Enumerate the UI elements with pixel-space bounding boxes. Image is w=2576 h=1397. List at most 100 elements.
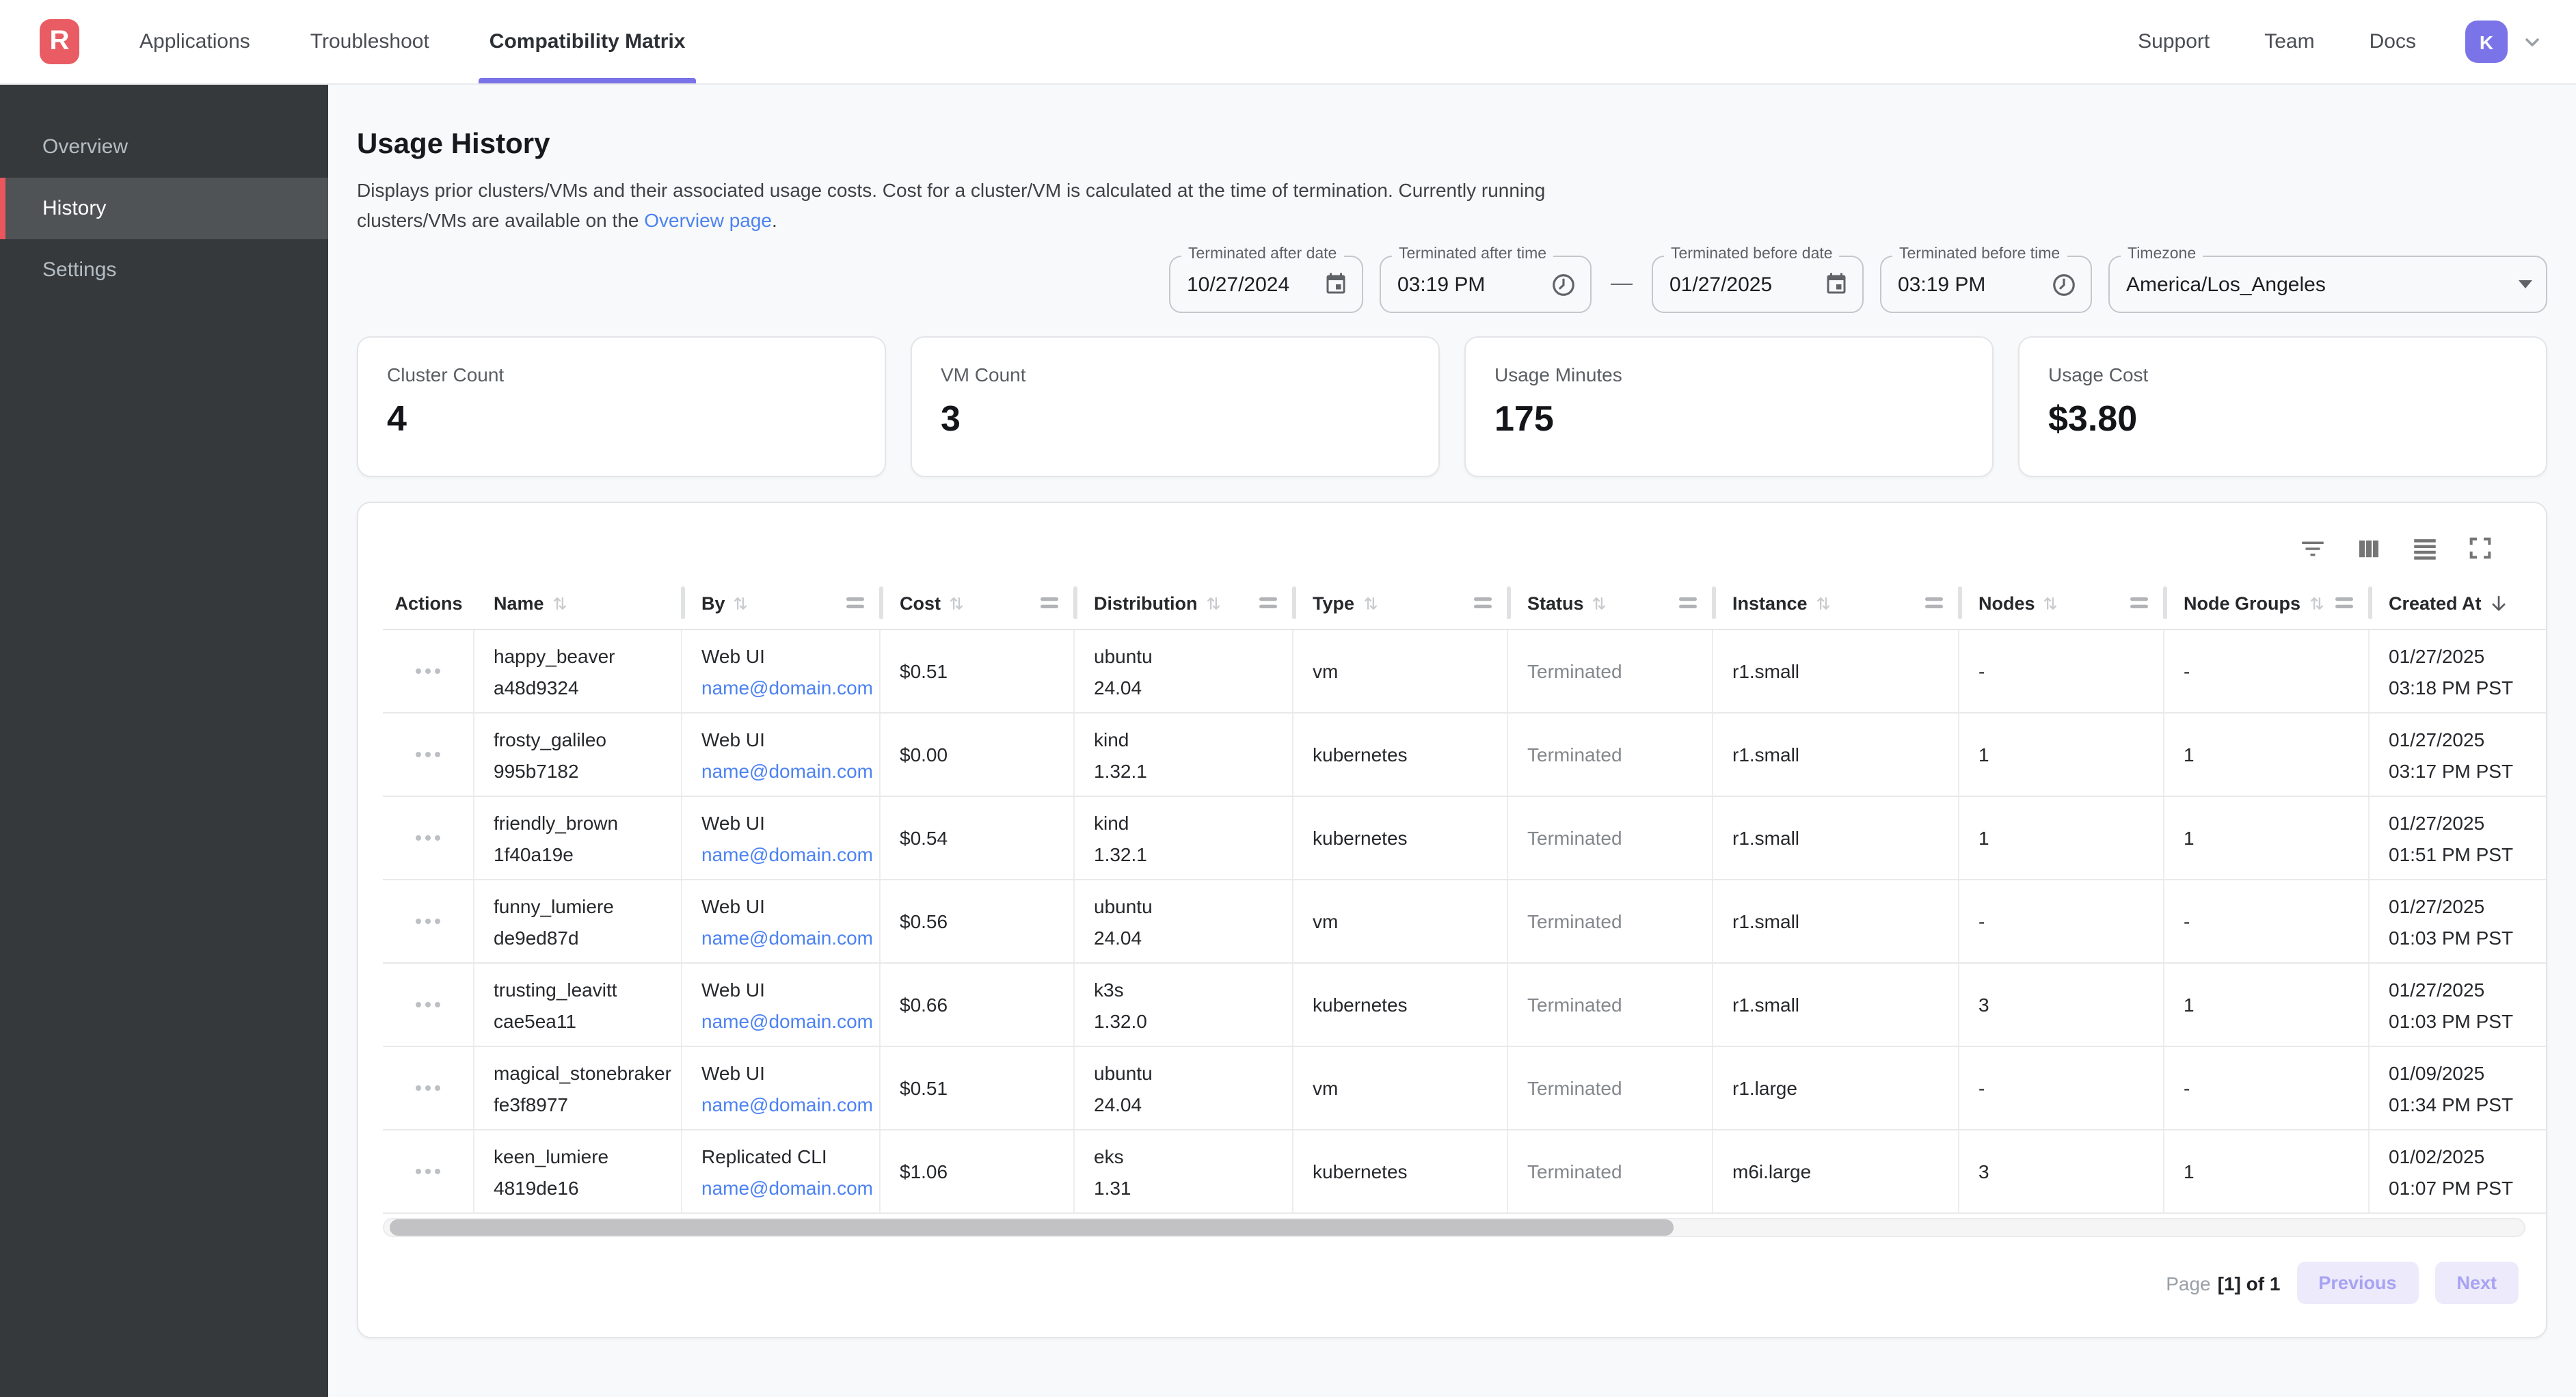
cell-type: kubernetes xyxy=(1293,798,1508,880)
cell-by: Web UIname@domain.com xyxy=(682,631,881,713)
column-menu-icon[interactable] xyxy=(846,597,864,610)
column-header-distribution[interactable]: Distribution xyxy=(1075,578,1293,629)
type-value: kubernetes xyxy=(1313,744,1507,766)
sort-icon xyxy=(1361,595,1379,612)
row-id: 1f40a19e xyxy=(494,843,681,865)
sidebar-item-history[interactable]: History xyxy=(0,178,328,239)
by-email-link[interactable]: name@domain.com xyxy=(701,927,879,949)
row-actions-button[interactable] xyxy=(410,830,446,847)
column-label: Distribution xyxy=(1094,593,1198,614)
cell-cost: $0.00 xyxy=(881,714,1075,796)
column-header-instance[interactable]: Instance xyxy=(1713,578,1959,629)
table-toolbar xyxy=(383,504,2546,578)
dot-icon xyxy=(435,836,440,841)
by-email-link[interactable]: name@domain.com xyxy=(701,760,879,782)
nav-link-support[interactable]: Support xyxy=(2138,30,2210,53)
clock-icon[interactable] xyxy=(1551,272,1577,298)
table-row: friendly_brown1f40a19eWeb UIname@domain.… xyxy=(383,798,2546,881)
previous-page-button[interactable]: Previous xyxy=(2296,1262,2418,1305)
column-menu-icon[interactable] xyxy=(1259,597,1277,610)
by-email-link[interactable]: name@domain.com xyxy=(701,843,879,865)
cost-value: $1.06 xyxy=(900,1161,1073,1183)
by-email-link[interactable]: name@domain.com xyxy=(701,1010,879,1032)
table-row: trusting_leavittcae5ea11Web UIname@domai… xyxy=(383,964,2546,1048)
stat-value: $3.80 xyxy=(2048,398,2517,441)
dot-icon xyxy=(435,669,440,675)
columns-icon[interactable] xyxy=(2354,534,2383,563)
stat-card-vm-count: VM Count3 xyxy=(911,337,1440,478)
column-header-type[interactable]: Type xyxy=(1293,578,1508,629)
column-header-status[interactable]: Status xyxy=(1508,578,1713,629)
column-header-node-groups[interactable]: Node Groups xyxy=(2164,578,2370,629)
nav-link-team[interactable]: Team xyxy=(2264,30,2314,53)
column-header-created-at[interactable]: Created At xyxy=(2370,578,2550,629)
column-header-name[interactable]: Name xyxy=(474,578,682,629)
terminated-before-date-field[interactable]: Terminated before date 01/27/2025 xyxy=(1652,256,1864,314)
row-id: de9ed87d xyxy=(494,927,681,949)
by-email-link[interactable]: name@domain.com xyxy=(701,1177,879,1199)
row-actions-button[interactable] xyxy=(410,747,446,763)
column-header-cost[interactable]: Cost xyxy=(881,578,1075,629)
tab-compatibility-matrix[interactable]: Compatibility Matrix xyxy=(487,0,688,83)
type-value: vm xyxy=(1313,911,1507,933)
tab-troubleshoot[interactable]: Troubleshoot xyxy=(308,0,432,83)
column-header-by[interactable]: By xyxy=(682,578,881,629)
row-actions-button[interactable] xyxy=(410,664,446,680)
page-label: Page xyxy=(2166,1273,2210,1294)
fullscreen-icon[interactable] xyxy=(2467,535,2494,562)
distribution-version: 24.04 xyxy=(1094,927,1292,949)
created-time: 03:17 PM PST xyxy=(2389,760,2550,782)
row-actions-button[interactable] xyxy=(410,997,446,1014)
sidebar-item-overview[interactable]: Overview xyxy=(0,116,328,178)
column-menu-icon[interactable] xyxy=(1925,597,1943,610)
row-name: frosty_galileo xyxy=(494,729,681,750)
overview-page-link[interactable]: Overview page xyxy=(644,208,772,230)
by-email-link[interactable]: name@domain.com xyxy=(701,677,879,698)
terminated-before-time-field[interactable]: Terminated before time 03:19 PM xyxy=(1880,256,2092,314)
column-menu-icon[interactable] xyxy=(1474,597,1492,610)
chevron-down-icon[interactable] xyxy=(2521,31,2543,53)
timezone-select[interactable]: Timezone America/Los_Angeles xyxy=(2108,256,2547,314)
distribution-version: 1.32.1 xyxy=(1094,760,1292,782)
filter-icon[interactable] xyxy=(2298,534,2327,563)
tab-applications[interactable]: Applications xyxy=(137,0,253,83)
cell-created-at: 01/27/202503:17 PM PST xyxy=(2370,714,2550,796)
row-actions-button[interactable] xyxy=(410,914,446,930)
status-badge: Terminated xyxy=(1527,911,1712,933)
horizontal-scrollbar[interactable] xyxy=(383,1219,2525,1238)
instance-value: r1.small xyxy=(1732,661,1958,683)
column-menu-icon[interactable] xyxy=(1679,597,1697,610)
app-logo[interactable]: R xyxy=(40,19,79,64)
column-header-nodes[interactable]: Nodes xyxy=(1959,578,2164,629)
type-value: kubernetes xyxy=(1313,828,1507,850)
instance-value: r1.small xyxy=(1732,994,1958,1016)
column-menu-icon[interactable] xyxy=(1041,597,1058,610)
cell-cost: $0.54 xyxy=(881,798,1075,880)
row-name: funny_lumiere xyxy=(494,895,681,917)
column-menu-icon[interactable] xyxy=(2335,597,2353,610)
calendar-icon[interactable] xyxy=(1324,273,1348,297)
row-actions-button[interactable] xyxy=(410,1081,446,1097)
clock-icon[interactable] xyxy=(2051,272,2077,298)
sidebar-item-settings[interactable]: Settings xyxy=(0,239,328,301)
stat-label: Cluster Count xyxy=(387,364,856,386)
field-label: Terminated after date xyxy=(1181,247,1343,263)
cell-status: Terminated xyxy=(1508,881,1713,963)
terminated-after-date-field[interactable]: Terminated after date 10/27/2024 xyxy=(1169,256,1363,314)
cell-name: trusting_leavittcae5ea11 xyxy=(474,964,682,1046)
density-icon[interactable] xyxy=(2411,534,2439,563)
cell-status: Terminated xyxy=(1508,964,1713,1046)
node-groups-value: 1 xyxy=(2184,828,2368,850)
horizontal-scrollbar-thumb[interactable] xyxy=(390,1220,1674,1236)
cell-node-groups: - xyxy=(2164,631,2370,713)
avatar[interactable]: K xyxy=(2465,21,2508,63)
by-email-link[interactable]: name@domain.com xyxy=(701,1094,879,1115)
terminated-after-time-field[interactable]: Terminated after time 03:19 PM xyxy=(1380,256,1592,314)
column-menu-icon[interactable] xyxy=(2130,597,2148,610)
sort-icon xyxy=(2307,595,2325,612)
nav-link-docs[interactable]: Docs xyxy=(2370,30,2416,53)
cell-instance: r1.small xyxy=(1713,881,1959,963)
row-actions-button[interactable] xyxy=(410,1164,446,1180)
next-page-button[interactable]: Next xyxy=(2434,1262,2519,1305)
calendar-icon[interactable] xyxy=(1824,273,1849,297)
